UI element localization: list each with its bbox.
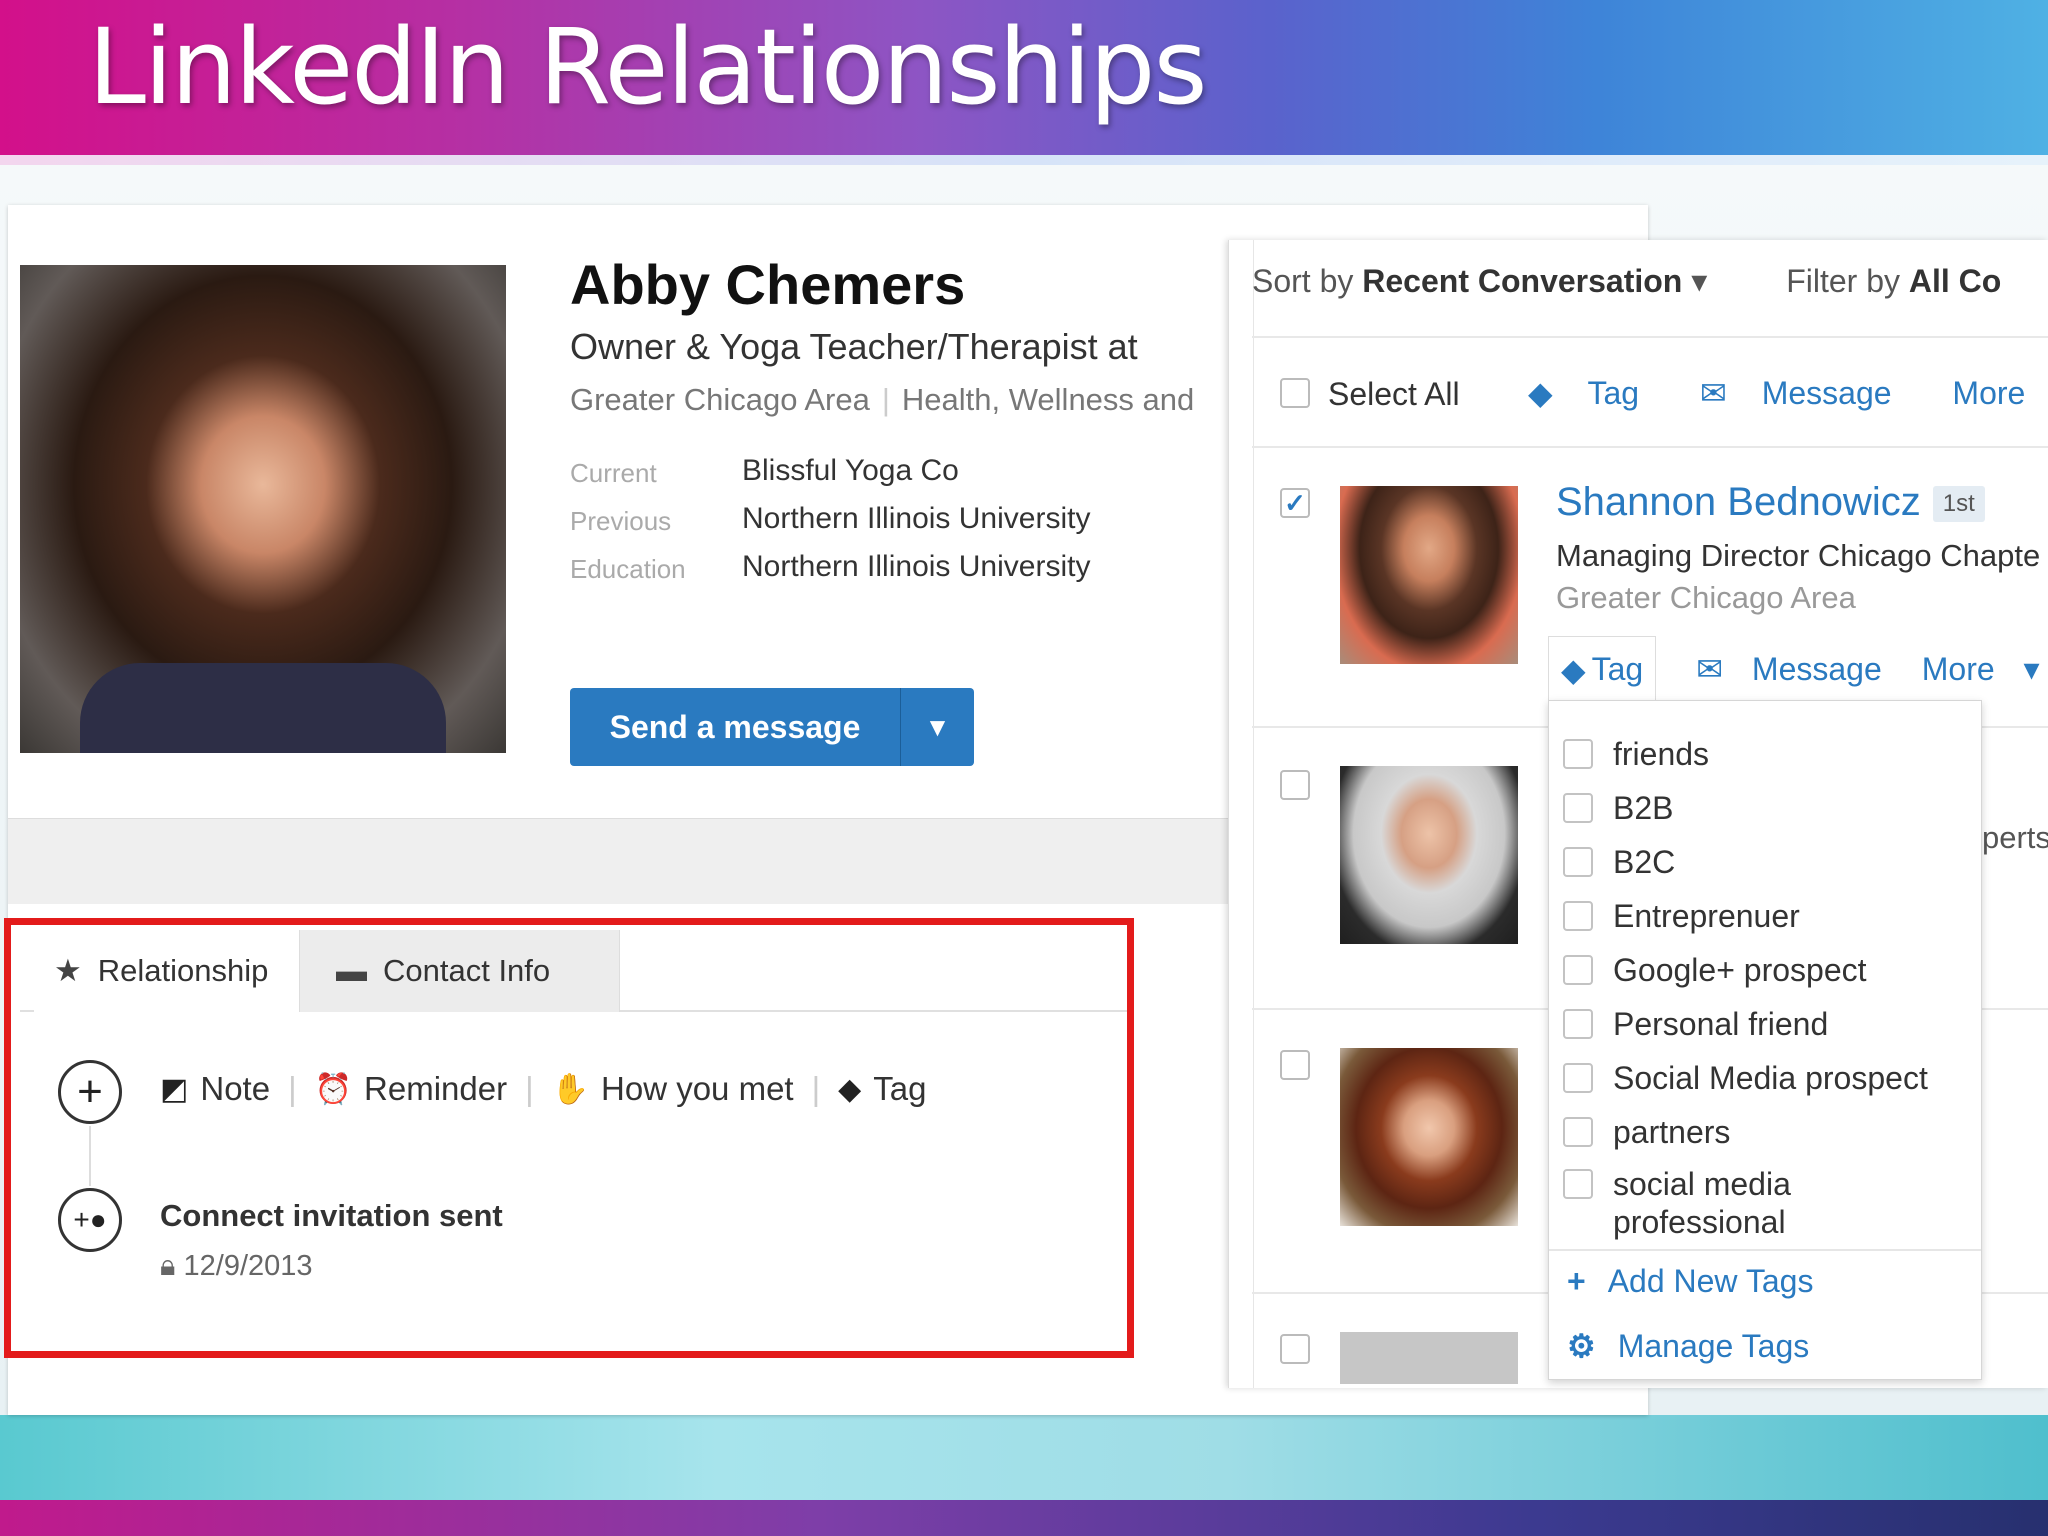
sort-label: Sort by [1252,263,1354,299]
contact-name[interactable]: Shannon Bednowicz 1st [1556,480,1985,525]
tag-dropdown: friends B2B B2C Entreprenuer Google+ pro… [1548,700,1982,1380]
bulk-tag-label: Tag [1587,375,1640,411]
tag-checkbox[interactable] [1563,847,1593,877]
contact-avatar[interactable] [1340,1048,1518,1226]
previous-label: Previous [570,506,672,536]
contact-avatar[interactable] [1340,1332,1518,1384]
tag-option-label: Entreprenuer [1613,898,1800,934]
bulk-more-label: More [1952,375,2026,411]
select-all-checkbox[interactable] [1280,378,1310,408]
profile-headline: Owner & Yoga Teacher/Therapist at [570,326,1138,367]
add-new-tags-link[interactable]: + Add New Tags [1567,1263,1813,1300]
tag-option[interactable]: friends [1563,735,1709,773]
tag-icon: ◆ [1561,651,1586,688]
profile-industry: Health, Wellness and [901,382,1195,417]
tag-checkbox[interactable] [1563,901,1593,931]
tag-checkbox[interactable] [1563,793,1593,823]
profile-location: Greater Chicago Area [570,382,870,417]
tag-option-label: friends [1613,736,1710,772]
tag-option-label: partners [1613,1114,1731,1150]
send-message-label: Send a message [609,708,861,745]
contact-location: Greater Chicago Area [1556,580,1856,615]
contact-checkbox[interactable] [1280,1334,1310,1364]
tag-checkbox[interactable] [1563,1063,1593,1093]
chevron-down-icon: ▾ [2014,651,2040,687]
tag-checkbox[interactable] [1563,1009,1593,1039]
sort-chevron-icon[interactable]: ▾ [1691,263,1707,299]
tag-option-label: social media professional [1613,1166,1791,1240]
contact-avatar[interactable] [1340,766,1518,944]
select-all-label: Select All [1328,376,1460,412]
plus-icon: + [1567,1263,1586,1299]
tag-checkbox[interactable] [1563,1117,1593,1147]
tag-option[interactable]: Social Media prospect [1563,1059,1928,1097]
sort-filter-bar: Sort by Recent Conversation ▾ Filter by … [1252,262,2001,300]
add-new-tags-label: Add New Tags [1607,1263,1814,1299]
tag-icon: ◆ [1528,375,1562,411]
send-message-button[interactable]: Send a message ▼ [570,688,974,766]
profile-name: Abby Chemers [570,253,966,316]
envelope-icon: ✉ [1696,651,1732,687]
tag-option-label: B2B [1613,790,1674,826]
profile-location-industry: Greater Chicago Area | Health, Wellness an… [570,382,1195,417]
tag-option[interactable]: B2B [1563,789,1673,827]
manage-tags-label: Manage Tags [1617,1327,1810,1364]
education-label: Education [570,554,686,584]
divider [1252,336,2048,338]
slide-footer-band [0,1415,2048,1500]
sort-dropdown[interactable]: Recent Conversation [1362,263,1682,299]
gear-icon: ⚙ [1567,1328,1596,1364]
contact-name-text[interactable]: Shannon Bednowicz [1556,480,1921,524]
bulk-more-button[interactable]: More ▾ [1952,375,2048,411]
highlight-box [4,918,1134,1358]
chevron-down-icon[interactable]: ▼ [900,688,974,766]
bulk-message-button[interactable]: ✉ Message [1700,375,1918,411]
contact-actions: ◆ Tag ✉ Message More ▾ [1548,636,2040,702]
tag-option[interactable]: partners [1563,1113,1730,1151]
contact-message-button[interactable]: ✉ Message [1676,650,1882,688]
tag-option-label: B2C [1613,844,1676,880]
contact-checkbox[interactable] [1280,770,1310,800]
contact-checkbox[interactable] [1280,1050,1310,1080]
contact-avatar[interactable] [1340,486,1518,664]
manage-tags-link[interactable]: ⚙ Manage Tags [1567,1327,1809,1365]
contact-tag-label: Tag [1591,651,1644,687]
tag-checkbox[interactable] [1563,955,1593,985]
degree-badge: 1st [1932,486,1985,523]
tag-option-label: Personal friend [1613,1006,1829,1042]
tag-option-label: Google+ prospect [1613,952,1867,988]
bulk-tag-button[interactable]: ◆ Tag [1528,375,1665,411]
bulk-actions: ◆ Tag ✉ Message More ▾ [1528,374,2048,412]
tag-checkbox[interactable] [1563,1169,1593,1199]
tag-option[interactable]: Entreprenuer [1563,897,1800,935]
tag-option[interactable]: social media professional [1563,1165,1863,1241]
filter-label: Filter by [1786,263,1900,299]
profile-divider-band [8,818,1230,904]
contact-more-label: More [1921,651,1995,687]
envelope-icon: ✉ [1699,375,1736,411]
contact-message-label: Message [1751,651,1882,687]
contact-title-partial: perts [1982,820,2048,855]
profile-photo [20,265,506,753]
bulk-message-label: Message [1761,375,1892,411]
divider [1252,446,2048,448]
current-value[interactable]: Blissful Yoga Co [742,454,959,488]
tag-option[interactable]: B2C [1563,843,1675,881]
tag-option[interactable]: Google+ prospect [1563,951,1867,989]
contact-more-button[interactable]: More ▾ [1902,650,2040,688]
slide-footer-strip [0,1500,2048,1536]
previous-value[interactable]: Northern Illinois University [742,502,1090,536]
slide-title: LinkedIn Relationships [88,6,1208,128]
tag-checkbox[interactable] [1563,739,1593,769]
current-label: Current [570,458,657,488]
tag-option-label: Social Media prospect [1613,1060,1928,1096]
contact-title: Managing Director Chicago Chapte [1556,538,2041,573]
filter-dropdown[interactable]: All Co [1909,263,2001,299]
dropdown-footer-divider [1549,1249,1981,1251]
tag-option[interactable]: Personal friend [1563,1005,1828,1043]
contact-tag-button[interactable]: ◆ Tag [1548,636,1657,702]
education-value[interactable]: Northern Illinois University [742,550,1090,584]
contact-checkbox[interactable]: ✓ [1280,488,1310,518]
